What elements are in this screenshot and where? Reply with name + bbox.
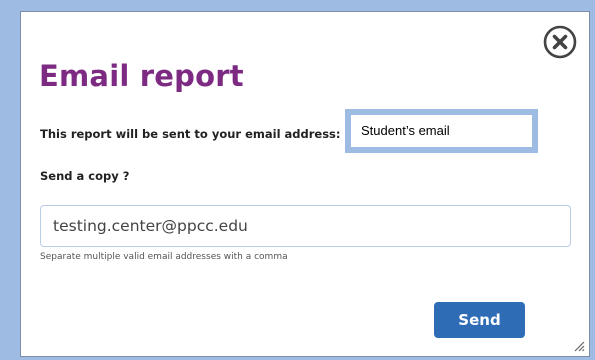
close-circle-icon [543,25,577,59]
student-email-highlight: Student’s email [345,109,538,153]
report-recipient-label: This report will be sent to your email a… [40,127,341,141]
dialog-title: Email report [39,59,244,93]
resize-handle[interactable] [573,340,585,352]
resize-grip-icon [574,341,585,352]
close-button[interactable] [543,25,577,59]
email-report-dialog: Email report This report will be sent to… [20,11,590,357]
copy-email-input[interactable] [40,205,571,247]
student-email-value: Student’s email [361,123,450,138]
send-copy-label: Send a copy ? [40,169,130,183]
copy-email-helper-text: Separate multiple valid email addresses … [40,252,288,262]
send-button[interactable]: Send [434,302,525,338]
